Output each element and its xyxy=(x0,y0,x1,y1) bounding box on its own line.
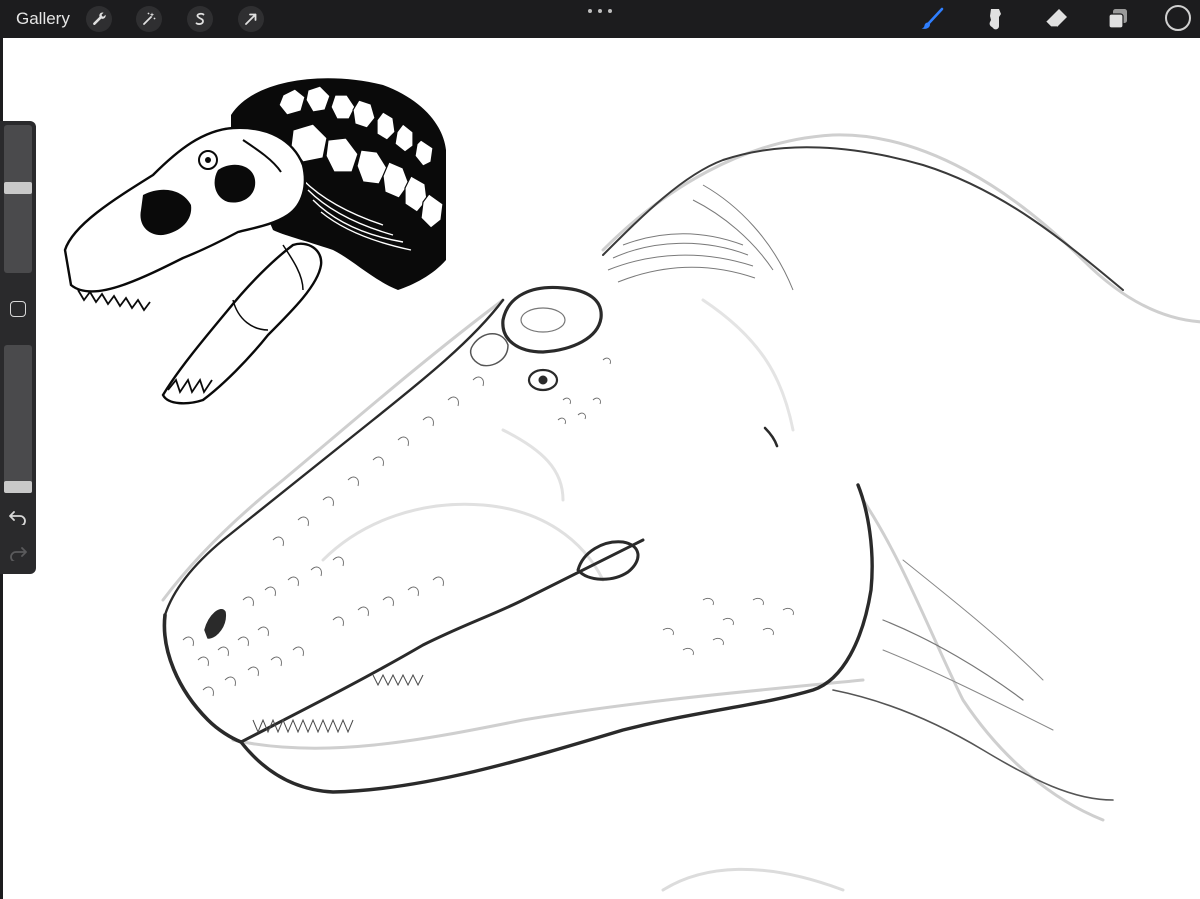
hatching-strokes xyxy=(607,184,794,291)
dot xyxy=(598,9,602,13)
brush-icon xyxy=(921,7,944,29)
opacity-slider[interactable] xyxy=(4,345,32,493)
layers-icon xyxy=(1108,9,1127,29)
canvas-artwork xyxy=(63,78,1200,892)
construction-sketch xyxy=(161,133,1200,892)
brush-size-slider-thumb[interactable] xyxy=(4,182,32,194)
color-picker-button[interactable] xyxy=(1165,5,1191,31)
arrow-cursor-icon xyxy=(245,13,257,25)
selection-button[interactable] xyxy=(187,6,213,32)
selection-s-icon xyxy=(195,12,205,25)
skin-texture-strokes xyxy=(182,357,794,697)
drawing-canvas[interactable] xyxy=(0,38,1200,899)
left-sidebar xyxy=(0,121,36,574)
top-toolbar: Gallery xyxy=(0,0,1200,38)
square-icon[interactable] xyxy=(10,301,26,317)
gallery-button[interactable]: Gallery xyxy=(16,8,70,30)
opacity-slider-thumb[interactable] xyxy=(4,481,32,493)
undo-button[interactable] xyxy=(8,507,28,527)
redo-icon xyxy=(10,547,27,563)
eraser-icon xyxy=(1045,9,1067,28)
adjustments-button[interactable] xyxy=(136,6,162,32)
brush-size-slider[interactable] xyxy=(4,125,32,273)
dot xyxy=(608,9,612,13)
reference-skeleton-image xyxy=(63,78,446,405)
actions-button[interactable] xyxy=(86,6,112,32)
undo-icon xyxy=(9,511,26,527)
smudge-icon xyxy=(989,9,1001,30)
wrench-icon xyxy=(93,12,106,26)
smudge-tool-button[interactable] xyxy=(980,5,1008,33)
layers-button[interactable] xyxy=(1104,5,1132,33)
eraser-tool-button[interactable] xyxy=(1042,5,1070,33)
transform-button[interactable] xyxy=(238,6,264,32)
brush-tool-button[interactable] xyxy=(918,5,946,33)
magic-wand-icon xyxy=(143,12,156,25)
ellipsis-icon[interactable] xyxy=(588,2,612,20)
dot xyxy=(588,9,592,13)
redo-button[interactable] xyxy=(8,543,28,563)
